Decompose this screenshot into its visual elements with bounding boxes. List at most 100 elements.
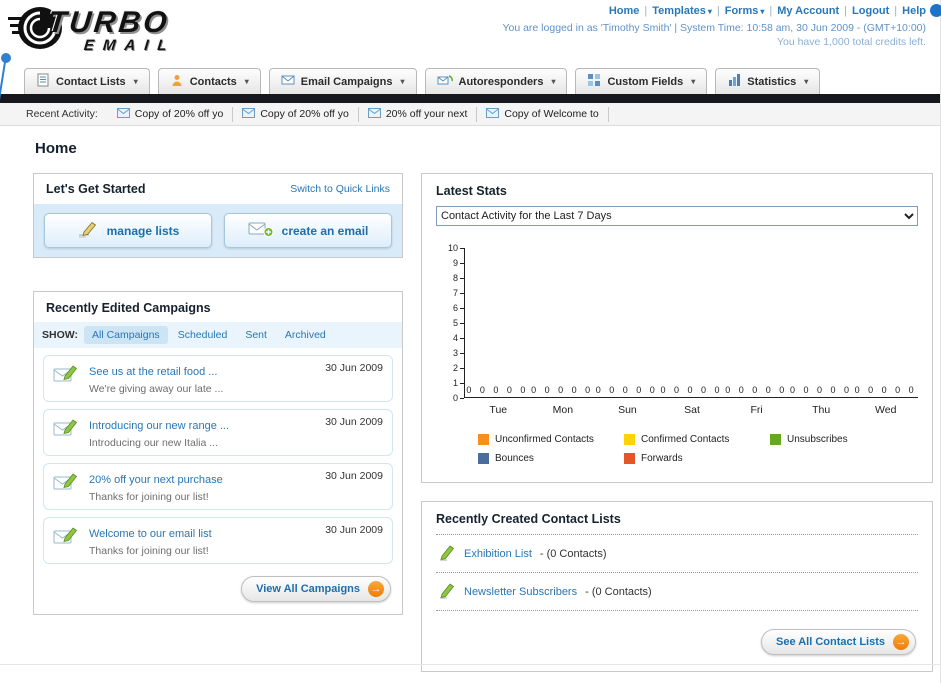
chevron-down-icon: ▾ (551, 77, 556, 86)
campaign-date: 30 Jun 2009 (325, 416, 383, 428)
logo-text-primary: TURBO (46, 6, 172, 39)
envelope-pencil-icon (53, 526, 80, 557)
recent-activity-item[interactable]: Copy of 20% off yo (233, 106, 359, 122)
campaign-subtitle: Introducing our new Italia ... (89, 437, 218, 449)
nav-link-logout[interactable]: Logout (852, 5, 889, 17)
tab-contact-lists[interactable]: Contact Lists ▾ (24, 68, 150, 94)
campaign-subtitle: We're giving away our late ... (89, 383, 224, 395)
app-logo: TURBO EMAIL (8, 4, 177, 57)
see-all-contact-lists-button[interactable]: See All Contact Lists → (760, 629, 916, 655)
stats-activity-select[interactable]: Contact Activity for the Last 7 Days (436, 206, 918, 226)
view-all-campaigns-button[interactable]: View All Campaigns → (241, 576, 391, 602)
arrow-right-icon: → (893, 634, 909, 650)
campaign-list-item[interactable]: Welcome to our email list Thanks for joi… (43, 517, 393, 564)
create-email-button[interactable]: create an email (224, 213, 392, 248)
chevron-down-icon: ▾ (244, 77, 249, 86)
filter-archived[interactable]: Archived (277, 326, 334, 344)
contact-list-count: - (0 Contacts) (585, 585, 652, 598)
contact-list-link[interactable]: Newsletter Subscribers (464, 586, 577, 598)
stats-chart: 0 1 2 3 4 5 6 7 8 9 10 0 0 0 0 00 0 0 0 00 0 0 0 0… (436, 243, 918, 464)
filter-scheduled[interactable]: Scheduled (170, 326, 236, 344)
tab-contacts[interactable]: Contacts ▾ (157, 68, 261, 94)
chart-legend-item: Forwards (624, 453, 770, 464)
chart-category-label: Thu (812, 404, 831, 416)
chart-ytick: 5 (453, 318, 464, 328)
tab-email-campaigns[interactable]: Email Campaigns ▾ (268, 68, 417, 94)
bar-chart-icon (727, 73, 741, 90)
nav-link-my-account[interactable]: My Account (777, 5, 839, 17)
campaign-title-link[interactable]: Welcome to our email list (89, 528, 212, 540)
chevron-down-icon: ▾ (707, 6, 712, 16)
tab-statistics[interactable]: Statistics ▾ (715, 68, 821, 94)
contact-list-count: - (0 Contacts) (539, 547, 607, 560)
chart-plot-area: 0 0 0 0 00 0 0 0 00 0 0 0 00 0 0 0 00 0 … (464, 248, 918, 398)
chart-legend-item: Unsubscribes (770, 434, 916, 445)
campaign-date: 30 Jun 2009 (325, 362, 383, 374)
tab-autoresponders[interactable]: Autoresponders ▾ (424, 68, 568, 94)
chart-value-labels: 0 0 0 0 0 (595, 385, 658, 395)
contact-list-icon (36, 73, 50, 90)
campaign-title-link[interactable]: See us at the retail food ... (89, 366, 217, 378)
campaign-list-item[interactable]: Introducing our new range ... Introducin… (43, 409, 393, 456)
chart-ytick: 2 (453, 363, 464, 373)
manage-lists-button[interactable]: manage lists (44, 213, 212, 248)
credits-info: You have 1,000 total credits left. (776, 36, 926, 48)
nav-link-forms[interactable]: Forms ▾ (725, 5, 765, 17)
nav-divider-bar (0, 94, 940, 103)
chart-groups: 0 0 0 0 00 0 0 0 00 0 0 0 00 0 0 0 00 0 … (465, 385, 918, 397)
chevron-down-icon: ▾ (804, 77, 809, 86)
chevron-down-icon: ▾ (691, 77, 696, 86)
filter-all-campaigns[interactable]: All Campaigns (83, 326, 168, 344)
chart-category-label: Mon (552, 404, 574, 416)
tab-custom-fields[interactable]: Custom Fields ▾ (575, 68, 708, 94)
nav-separator: | (844, 5, 848, 17)
nav-separator: | (894, 5, 898, 17)
envelope-icon (281, 73, 295, 90)
get-started-panel: Let's Get Started Switch to Quick Links … (33, 173, 403, 258)
chart-value-labels: 0 0 0 0 0 (531, 385, 594, 395)
legend-swatch-icon (624, 434, 635, 445)
campaign-date: 30 Jun 2009 (325, 470, 383, 482)
contact-list-link[interactable]: Exhibition List (464, 548, 532, 560)
campaign-title-link[interactable]: 20% off your next purchase (89, 474, 223, 486)
chart-legend-item: Unconfirmed Contacts (478, 434, 624, 445)
nav-link-help[interactable]: Help (902, 5, 926, 17)
switch-quick-links-link[interactable]: Switch to Quick Links (290, 183, 390, 195)
login-info: You are logged in as 'Timothy Smith' | S… (502, 22, 926, 34)
filter-sent[interactable]: Sent (237, 326, 275, 344)
chart-categories: Tue Mon Sun Sat Fri Thu Wed (466, 404, 918, 416)
recent-activity-label: Recent Activity: (26, 108, 98, 120)
show-label: SHOW: (42, 329, 78, 341)
pencil-write-icon (77, 220, 99, 241)
recent-activity-item[interactable]: Copy of 20% off yo (108, 106, 234, 122)
chevron-down-icon: ▾ (400, 77, 405, 86)
recent-activity-item[interactable]: Copy of Welcome to (477, 106, 609, 122)
contact-list-item: Exhibition List - (0 Contacts) (436, 535, 918, 573)
get-started-title: Let's Get Started (46, 182, 146, 196)
recent-activity-item[interactable]: 20% off your next (359, 106, 478, 122)
campaign-subtitle: Thanks for joining our list! (89, 545, 209, 557)
envelope-icon (486, 107, 500, 121)
campaign-title-link[interactable]: Introducing our new range ... (89, 420, 229, 432)
pencil-icon (438, 543, 456, 564)
chart-category-label: Tue (489, 404, 508, 416)
person-icon (170, 73, 184, 90)
recent-campaigns-panel: Recently Edited Campaigns SHOW: All Camp… (33, 291, 403, 615)
chart-ytick: 8 (453, 273, 464, 283)
chart-value-labels: 0 0 0 0 0 (789, 385, 852, 395)
campaign-list-item[interactable]: See us at the retail food ... We're givi… (43, 355, 393, 402)
chart-category-label: Sat (684, 404, 700, 416)
chevron-down-icon: ▾ (133, 77, 138, 86)
envelope-icon (367, 107, 381, 121)
legend-swatch-icon (770, 434, 781, 445)
chart-legend-item: Bounces (478, 453, 624, 464)
campaign-list-item[interactable]: 20% off your next purchase Thanks for jo… (43, 463, 393, 510)
chart-category-label: Sun (618, 404, 637, 416)
nav-link-templates[interactable]: Templates ▾ (652, 5, 712, 17)
nav-separator: | (769, 5, 773, 17)
chart-ytick: 0 (453, 393, 464, 403)
recent-contact-lists-title: Recently Created Contact Lists (436, 512, 621, 526)
chart-legend: Unconfirmed Contacts Confirmed Contacts Un… (478, 434, 918, 464)
nav-link-home[interactable]: Home (609, 5, 640, 17)
decor-dot-icon (930, 4, 941, 17)
